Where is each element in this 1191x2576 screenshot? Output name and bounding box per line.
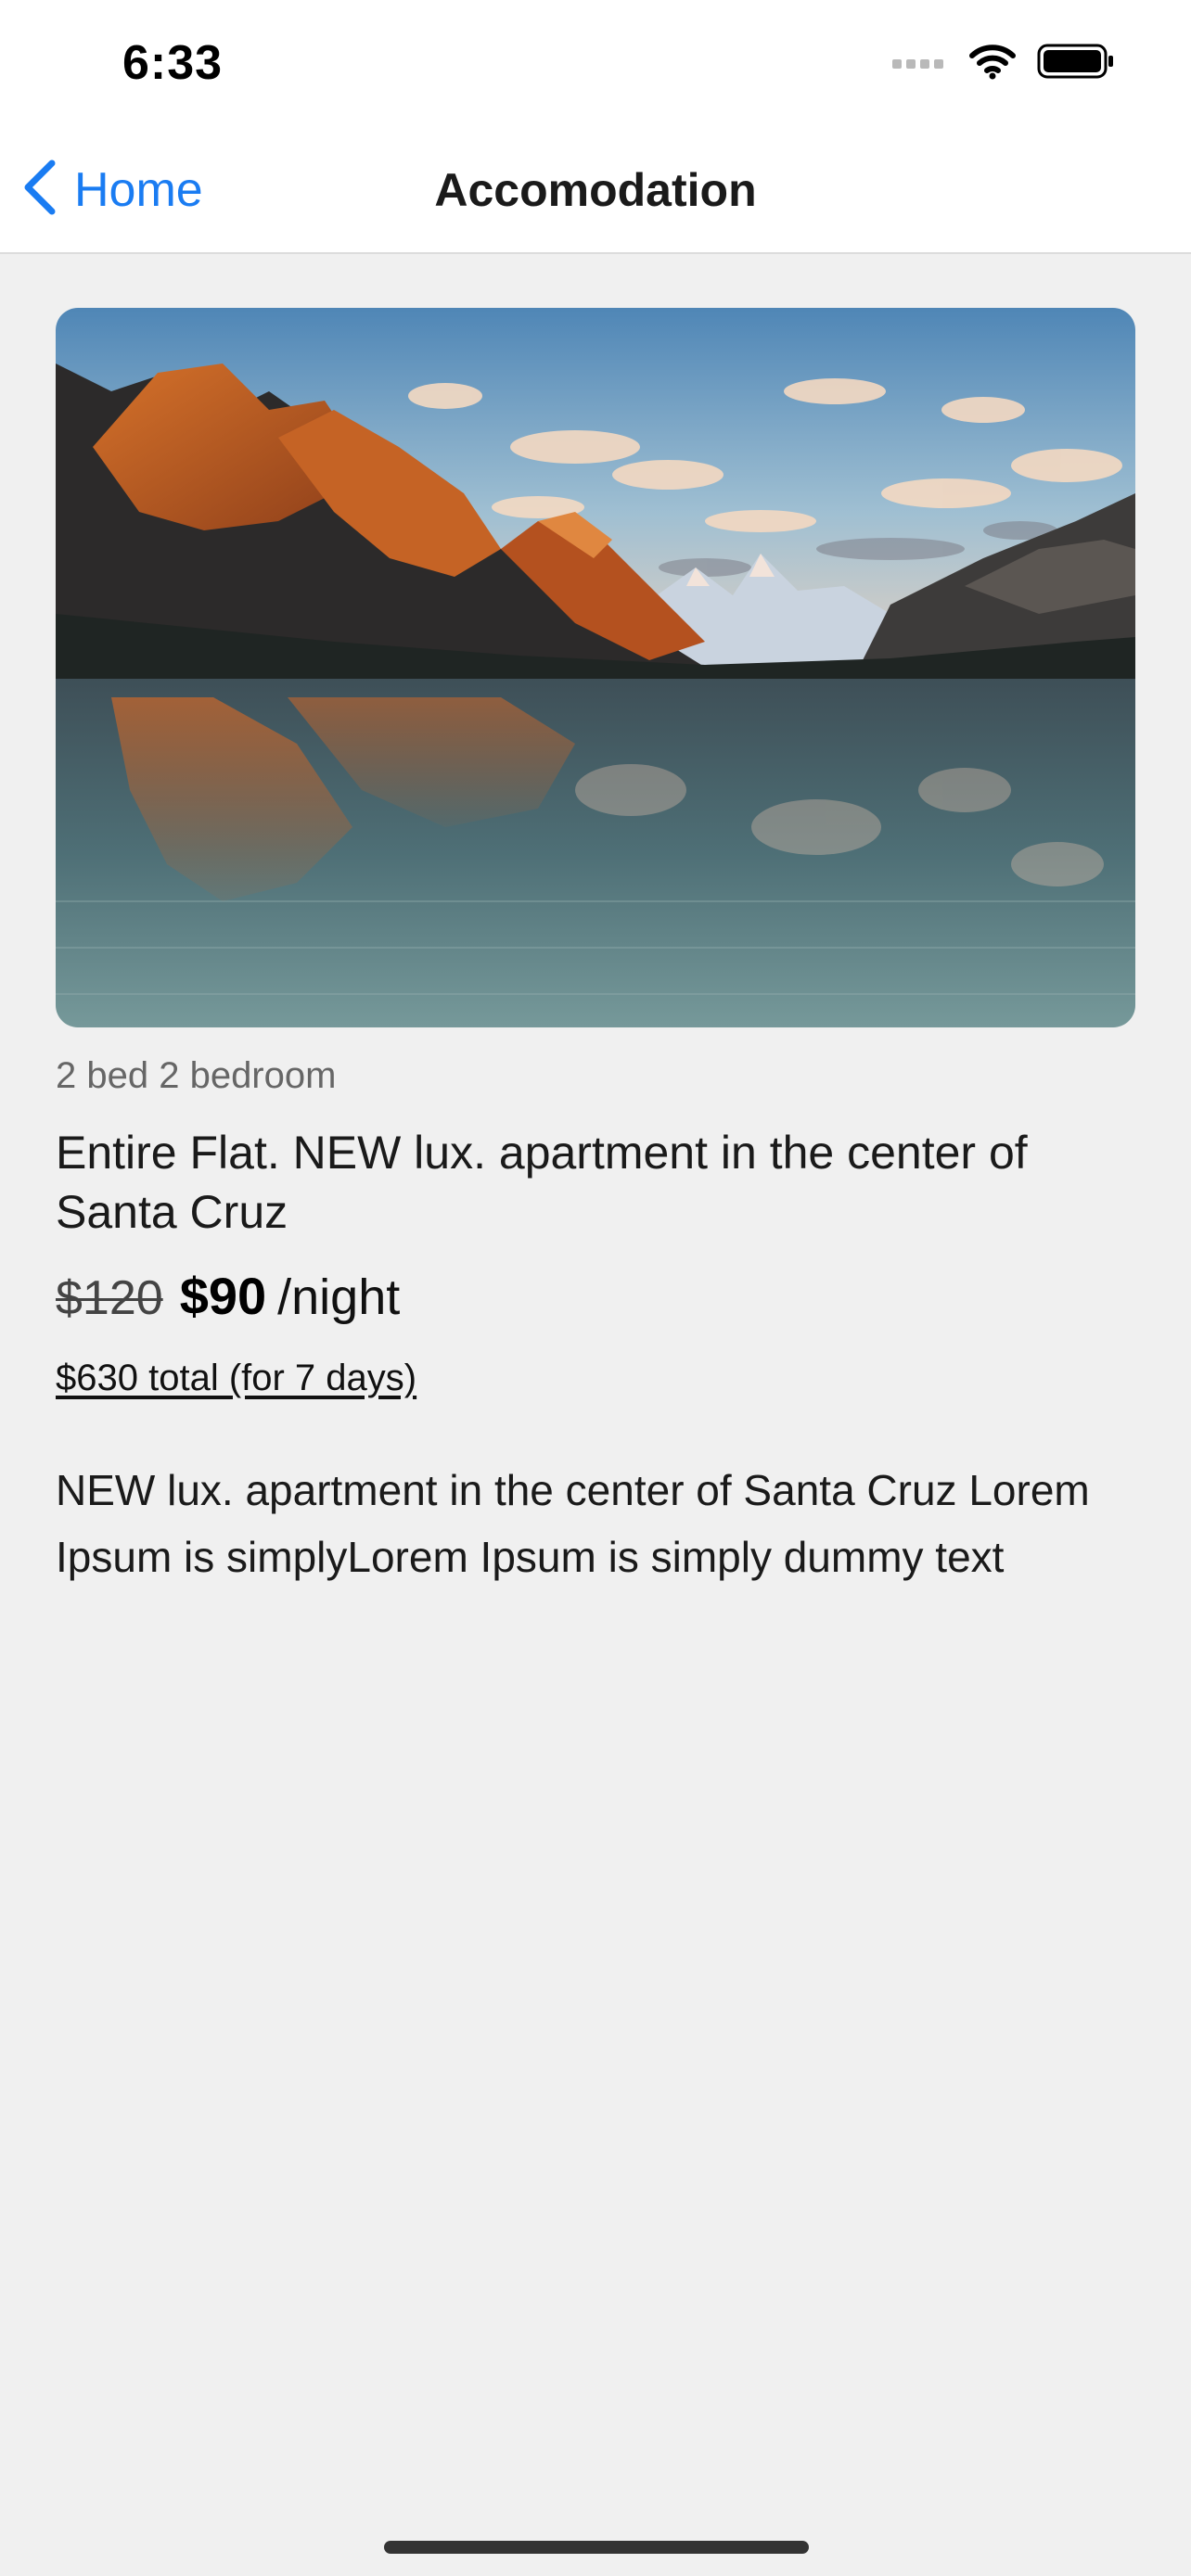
discounted-price: $90 xyxy=(179,1267,267,1325)
total-price-link[interactable]: $630 total (for 7 days) xyxy=(56,1358,416,1399)
wifi-icon xyxy=(968,43,1017,84)
battery-icon xyxy=(1037,43,1115,84)
listing-title: Entire Flat. NEW lux. apartment in the c… xyxy=(56,1127,1028,1238)
price-row: $120 $90 /night xyxy=(56,1266,1135,1326)
price-unit: /night xyxy=(277,1269,401,1325)
top-bar: 6:33 Home Accomodation xyxy=(0,0,1191,254)
status-icons xyxy=(890,43,1115,84)
signal-icon xyxy=(890,52,948,75)
page-title: Accomodation xyxy=(434,164,757,216)
listing-photo xyxy=(56,308,1135,1027)
listing-content: 2 bed 2 bedroom Entire Flat. NEW lux. ap… xyxy=(56,308,1135,1590)
bed-info: 2 bed 2 bedroom xyxy=(56,1055,337,1096)
status-time: 6:33 xyxy=(122,36,224,90)
home-indicator[interactable] xyxy=(384,2541,809,2554)
listing-description: NEW lux. apartment in the center of Sant… xyxy=(56,1466,1090,1581)
original-price: $120 xyxy=(56,1271,163,1325)
